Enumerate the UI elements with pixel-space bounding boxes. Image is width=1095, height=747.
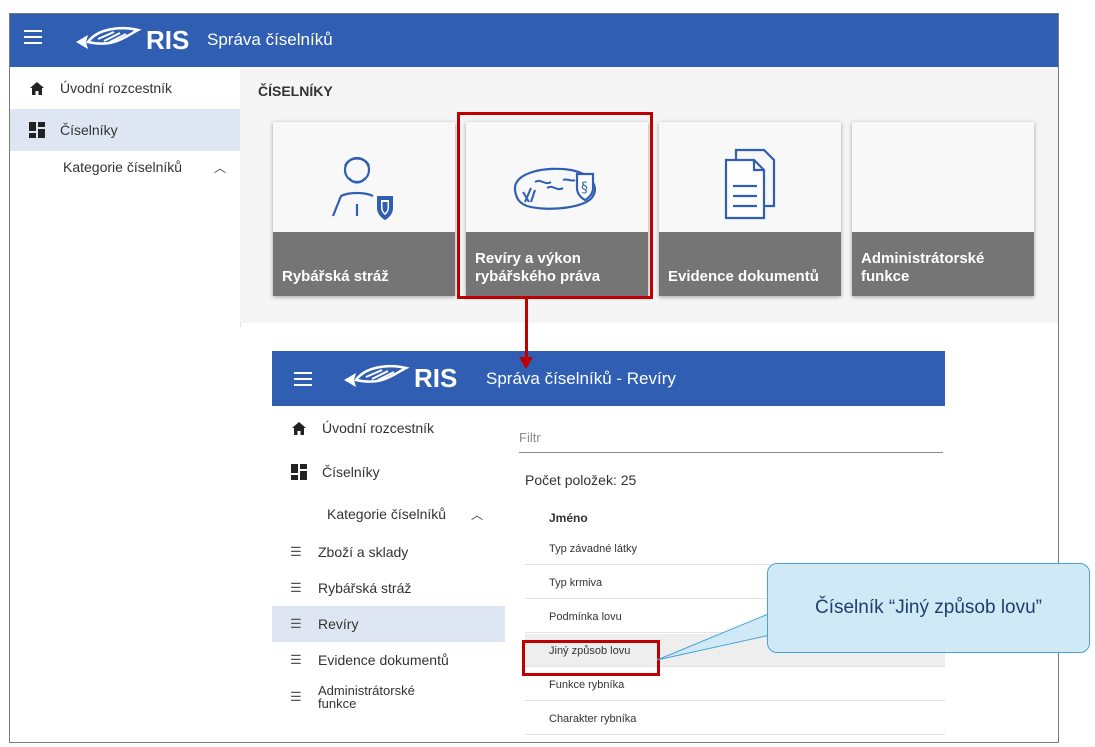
sidebar-category-toggle[interactable]: Kategorie číselníků ︿: [272, 494, 505, 534]
dashboard-icon: [28, 121, 46, 139]
tile-label: Rybářská stráž: [273, 232, 455, 296]
tile-label: Administrátorské funkce: [852, 232, 1034, 296]
list-icon: ☰: [290, 580, 302, 595]
fish-logo-icon: [344, 364, 410, 387]
menu-icon[interactable]: [294, 372, 312, 386]
dashboard-icon: [290, 463, 308, 481]
filter-input[interactable]: Filtr: [519, 430, 943, 453]
sidebar-item-label: Úvodní rozcestník: [60, 80, 173, 96]
tile-administratorske-funkce[interactable]: Administrátorské funkce: [852, 122, 1034, 296]
arrow-line: [525, 299, 528, 361]
sidebar-item-label: Úvodní rozcestník: [322, 420, 435, 436]
sidebar-item-label: Číselníky: [60, 122, 118, 138]
brand-name: RIS: [146, 24, 190, 55]
sidebar-item-label: Evidence dokumentů: [318, 652, 449, 668]
row-label: Typ závadné látky: [549, 543, 638, 555]
sidebar-item-admin[interactable]: ☰ Administrátorské funkce: [272, 678, 505, 716]
sidebar-item-label: Číselníky: [322, 464, 380, 480]
arrow-down-icon: [519, 357, 533, 369]
highlight-box-jiny-zpusob-lovu: [522, 640, 660, 676]
sidebar-item-ciselniky[interactable]: Číselníky: [10, 109, 240, 151]
row-label: Funkce rybníka: [549, 679, 625, 691]
category-label: Kategorie číselníků: [327, 506, 447, 522]
tile-label: Evidence dokumentů: [659, 232, 841, 296]
list-icon: ☰: [290, 544, 302, 559]
row-label: Typ krmiva: [549, 577, 603, 589]
list-icon: ☰: [290, 689, 302, 704]
top-app-bar: RIS Správa číselníků: [10, 14, 1058, 67]
brand-name: RIS: [414, 362, 458, 393]
table-row[interactable]: Typ závadné látky: [525, 532, 945, 565]
sidebar-item-home[interactable]: Úvodní rozcestník: [10, 67, 240, 109]
sidebar: Úvodní rozcestník Číselníky Kategorie čí…: [10, 67, 241, 327]
documents-icon: [724, 148, 776, 220]
column-header-name[interactable]: Jméno: [549, 511, 588, 525]
item-count: Počet položek: 25: [525, 472, 637, 488]
list-icon: ☰: [290, 616, 302, 631]
home-icon: [28, 79, 46, 97]
sidebar-item-ciselniky[interactable]: Číselníky: [272, 450, 505, 494]
category-label: Kategorie číselníků: [63, 159, 183, 175]
ris-logo: RIS: [74, 24, 189, 56]
top-app-bar: RIS Správa číselníků - Revíry: [272, 351, 945, 406]
fishing-guard-icon: [331, 156, 393, 220]
highlight-box-reviry-tile: [457, 112, 653, 299]
sidebar-item-zbozi[interactable]: ☰ Zboží a sklady: [272, 534, 505, 570]
chevron-up-icon: ︿: [470, 507, 483, 522]
tile-evidence-dokumentu[interactable]: Evidence dokumentů: [659, 122, 841, 296]
ris-logo: RIS: [342, 362, 457, 394]
callout-box: Číselník “Jiný způsob lovu”: [767, 563, 1090, 653]
sidebar-item-reviry[interactable]: ☰ Revíry: [272, 606, 505, 642]
sidebar-item-label: Rybářská stráž: [318, 580, 412, 596]
row-label: Charakter rybníka: [549, 713, 637, 725]
table-row[interactable]: Charakter rybníka: [525, 702, 945, 735]
fish-logo-icon: [76, 26, 142, 49]
sidebar-item-label: Revíry: [318, 616, 359, 632]
revir-screen: RIS Správa číselníků - Revíry Úvodní roz…: [272, 351, 945, 742]
sidebar-item-label: Zboží a sklady: [318, 544, 409, 560]
chevron-up-icon: ︿: [213, 160, 226, 175]
section-title: ČÍSELNÍKY: [258, 83, 333, 99]
app-title: Správa číselníků - Revíry: [486, 369, 676, 388]
home-icon: [290, 419, 308, 437]
app-title: Správa číselníků: [207, 30, 333, 49]
sidebar-category-toggle[interactable]: Kategorie číselníků ︿: [10, 151, 240, 183]
row-label: Podmínka lovu: [549, 611, 622, 623]
sidebar-item-evidence[interactable]: ☰ Evidence dokumentů: [272, 642, 505, 678]
tile-rybarska-straz[interactable]: Rybářská stráž: [273, 122, 455, 296]
menu-icon[interactable]: [24, 30, 42, 44]
sidebar: Úvodní rozcestník Číselníky Kategorie čí…: [272, 406, 505, 742]
sidebar-item-rybarska-straz[interactable]: ☰ Rybářská stráž: [272, 570, 505, 606]
list-icon: ☰: [290, 652, 302, 667]
sidebar-item-label: Administrátorské funkce: [318, 683, 415, 711]
sidebar-item-home[interactable]: Úvodní rozcestník: [272, 406, 505, 450]
